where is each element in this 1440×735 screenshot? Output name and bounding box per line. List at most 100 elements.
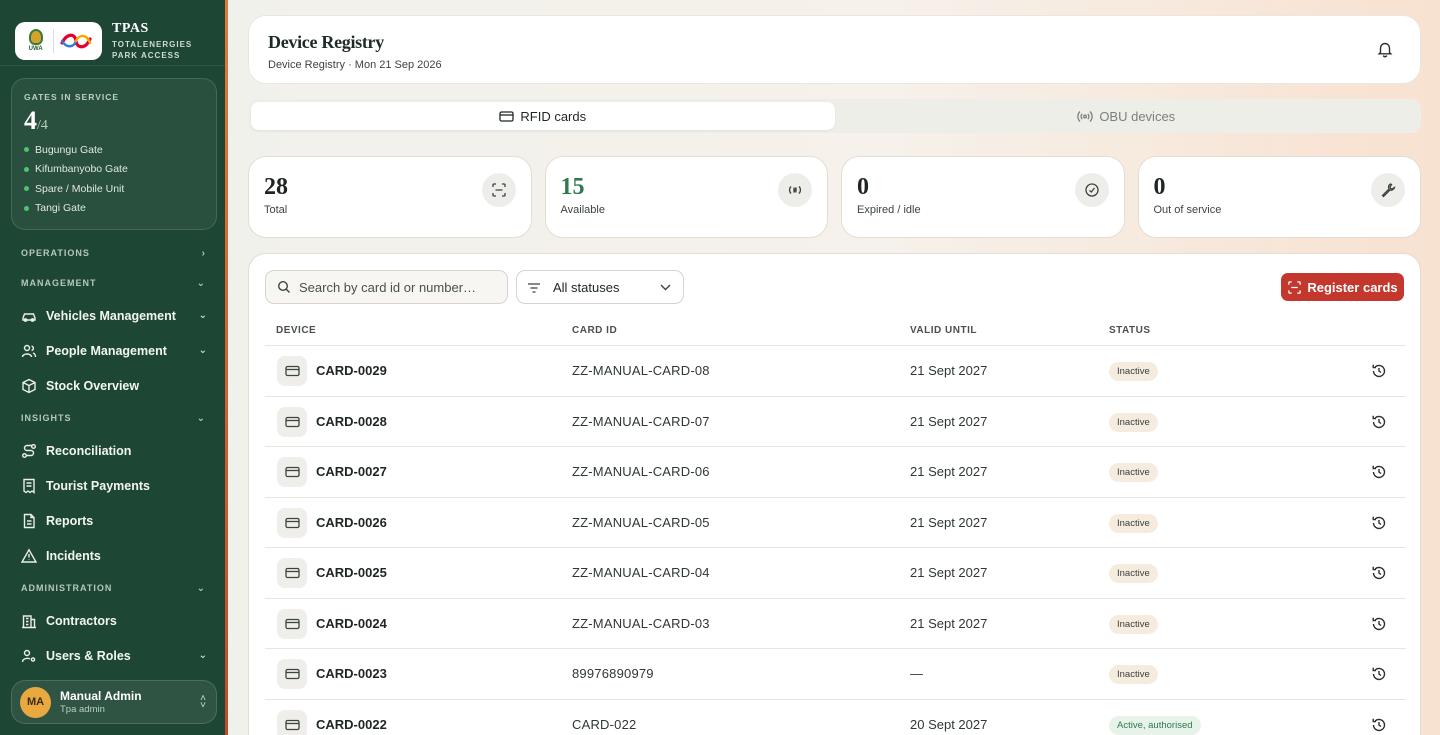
status-badge: Inactive [1109, 463, 1158, 482]
bell-icon[interactable] [1376, 40, 1394, 58]
status-dot-icon [24, 147, 29, 153]
chevron-down-icon: ⌄ [198, 310, 207, 321]
file-text-icon [21, 513, 37, 529]
route-icon [21, 443, 37, 459]
history-icon[interactable] [1371, 565, 1387, 581]
sidebar-item-reports[interactable]: Reports [0, 503, 228, 538]
user-menu[interactable]: MA Manual Admin Tpa admin ˄ ˅ [11, 680, 217, 724]
sidebar-item-incidents[interactable]: Incidents [0, 538, 228, 573]
sidebar-item-reconciliation[interactable]: Reconciliation [0, 433, 228, 468]
history-icon[interactable] [1371, 464, 1387, 480]
search-icon [277, 280, 290, 293]
device-name: CARD-0022 [316, 716, 387, 732]
sidebar-item-vehicles[interactable]: Vehicles Management ⌄ [0, 298, 228, 333]
gates-card: GATES IN SERVICE 4/4 Bugungu Gate Kifumb… [11, 78, 217, 230]
nav-section-management[interactable]: MANAGEMENT ⌄ [0, 268, 228, 298]
sidebar-item-contractors[interactable]: Contractors [0, 603, 228, 638]
valid-until: 21 Sept 2027 [910, 514, 988, 530]
gate-name: Kifumbanyobo Gate [35, 163, 128, 176]
column-header-card-id[interactable]: CARD ID [572, 325, 617, 336]
device-name: CARD-0029 [316, 363, 387, 378]
stat-value: 28 [264, 174, 288, 200]
history-icon[interactable] [1371, 616, 1387, 632]
stat-card-available: 15 Available [544, 156, 828, 238]
brand-sub-2: PARK ACCESS [112, 50, 181, 60]
history-icon[interactable] [1371, 515, 1387, 531]
radio-waves-icon [1077, 110, 1094, 123]
history-icon[interactable] [1371, 717, 1387, 733]
brand-name: TPAS [112, 20, 149, 36]
gate-item: Bugungu Gate [24, 140, 204, 160]
search-input[interactable] [299, 279, 489, 295]
card-id: ZZ-MANUAL-CARD-08 [572, 363, 710, 378]
card-id: ZZ-MANUAL-CARD-06 [572, 464, 710, 479]
credit-card-icon [277, 406, 307, 437]
table-row[interactable]: CARD-0023 89976890979 — Inactive [265, 649, 1406, 700]
column-header-valid-until[interactable]: VALID UNTIL [910, 325, 977, 336]
card-id: 89976890979 [572, 666, 654, 681]
history-icon[interactable] [1371, 414, 1387, 430]
sidebar-item-people[interactable]: People Management ⌄ [0, 333, 228, 368]
device-tabs: RFID cards OBU devices [248, 99, 1421, 133]
tab-rfid-cards[interactable]: RFID cards [251, 102, 835, 130]
sidebar: UWA TPAS TOTALENERGIES PARK ACCESS GATES… [0, 0, 228, 735]
chevron-down-icon: ⌄ [198, 650, 207, 661]
breadcrumb: Device Registry · Mon 21 Sep 2026 [268, 59, 442, 71]
valid-until: 21 Sept 2027 [910, 413, 988, 429]
column-header-device[interactable]: DEVICE [276, 325, 316, 336]
sidebar-item-label: Stock Overview [46, 378, 140, 393]
sidebar-item-label: Contractors [46, 613, 117, 628]
table-row[interactable]: CARD-0029 ZZ-MANUAL-CARD-08 21 Sept 2027… [265, 346, 1406, 397]
stat-caption: Total [264, 204, 288, 216]
uwa-logo-text: UWA [28, 46, 43, 52]
gate-item: Tangi Gate [24, 199, 204, 219]
gates-count-total: /4 [37, 118, 48, 133]
tab-label: OBU devices [1099, 108, 1176, 124]
chevron-down-icon [660, 284, 671, 290]
nav-section-administration[interactable]: ADMINISTRATION ⌄ [0, 573, 228, 603]
table-row[interactable]: CARD-0025 ZZ-MANUAL-CARD-04 21 Sept 2027… [265, 548, 1406, 599]
column-header-status[interactable]: STATUS [1109, 325, 1151, 336]
nav-section-insights[interactable]: INSIGHTS ⌄ [0, 403, 228, 433]
tab-obu-devices[interactable]: OBU devices [835, 102, 1419, 130]
stat-value: 15 [560, 174, 585, 200]
table-row[interactable]: CARD-0028 ZZ-MANUAL-CARD-07 21 Sept 2027… [265, 397, 1406, 447]
device-table-panel: All statuses Register cards DEVICE CARD … [248, 253, 1421, 735]
history-icon[interactable] [1371, 666, 1387, 682]
brand-logo[interactable]: UWA [15, 21, 102, 60]
check-circle-icon [1074, 173, 1109, 207]
device-name: CARD-0025 [316, 565, 387, 580]
chevrons-up-down-icon: ˄ ˅ [200, 693, 206, 711]
table-row[interactable]: CARD-0022 CARD-022 20 Sept 2027 Active, … [265, 700, 1406, 735]
status-filter-select[interactable]: All statuses [516, 270, 684, 304]
history-icon[interactable] [1371, 363, 1387, 379]
sidebar-item-users-roles[interactable]: Users & Roles ⌄ [0, 638, 228, 673]
device-name: CARD-0028 [316, 413, 387, 429]
gates-label: GATES IN SERVICE [24, 92, 120, 102]
device-name: CARD-0026 [316, 514, 387, 530]
device-name: CARD-0023 [316, 666, 387, 681]
sidebar-item-label: Tourist Payments [46, 478, 150, 493]
credit-card-icon [499, 110, 515, 123]
sidebar-item-tourist-payments[interactable]: Tourist Payments [0, 468, 228, 503]
gates-count-value: 4 [24, 106, 37, 135]
sidebar-item-stock[interactable]: Stock Overview [0, 368, 228, 403]
table-row[interactable]: CARD-0027 ZZ-MANUAL-CARD-06 21 Sept 2027… [265, 447, 1406, 498]
filter-value: All statuses [553, 279, 620, 295]
nav-section-operations[interactable]: OPERATIONS › [0, 238, 228, 268]
gate-name: Spare / Mobile Unit [35, 182, 125, 195]
status-badge: Active, authorised [1109, 715, 1201, 735]
valid-until: 21 Sept 2027 [910, 565, 988, 580]
table-row[interactable]: CARD-0026 ZZ-MANUAL-CARD-05 21 Sept 2027… [265, 498, 1406, 548]
credit-card-icon [277, 356, 307, 386]
gate-name: Bugungu Gate [35, 143, 103, 156]
card-id: ZZ-MANUAL-CARD-05 [572, 514, 710, 530]
register-cards-button[interactable]: Register cards [1281, 273, 1404, 301]
table-row[interactable]: CARD-0024 ZZ-MANUAL-CARD-03 21 Sept 2027… [265, 599, 1406, 649]
stat-caption: Available [560, 204, 605, 216]
nfc-icon [778, 173, 812, 207]
building-icon [21, 613, 37, 629]
search-box[interactable] [265, 270, 508, 304]
chevron-right-icon: › [201, 247, 206, 259]
valid-until: 20 Sept 2027 [910, 716, 988, 732]
